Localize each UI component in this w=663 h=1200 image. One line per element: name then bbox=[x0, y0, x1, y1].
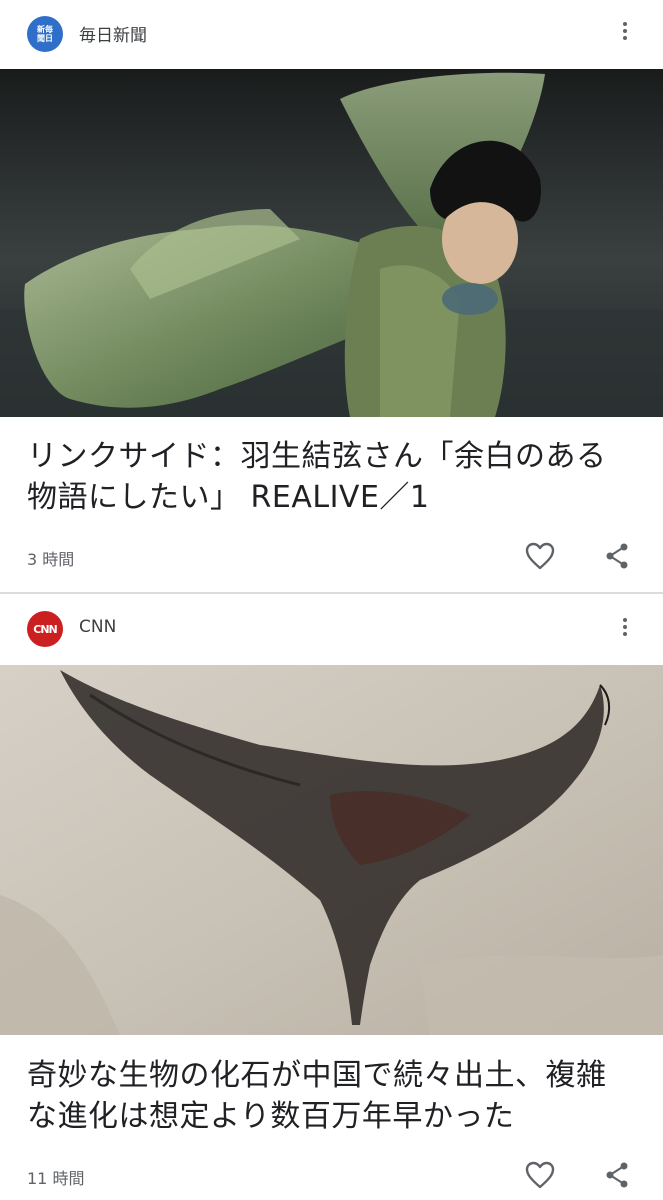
headline[interactable]: 奇妙な生物の化石が中国で続々出土、複雑な進化は想定より数百万年早かった bbox=[27, 1055, 627, 1137]
share-icon[interactable] bbox=[604, 542, 630, 570]
timestamp: 11 時間 bbox=[27, 1169, 85, 1188]
article-card-cnn[interactable]: CNN CNN 奇妙な生物の化石が中国で続々出土、複雑な進化は想定より数百万年早… bbox=[0, 594, 663, 1200]
article-card-mainichi[interactable]: 新毎聞日 毎日新聞 リンクサイド：羽生結弦さん「余白のある物語にしたい」 REA… bbox=[0, 0, 663, 592]
more-options-icon[interactable] bbox=[621, 618, 629, 642]
source-name: 毎日新聞 bbox=[79, 26, 147, 46]
heart-outline-icon[interactable] bbox=[524, 541, 556, 571]
more-options-icon[interactable] bbox=[621, 22, 629, 46]
heart-outline-icon[interactable] bbox=[524, 1160, 556, 1190]
headline[interactable]: リンクサイド：羽生結弦さん「余白のある物語にしたい」 REALIVE／1 bbox=[27, 436, 627, 518]
source-logo-mainichi: 新毎聞日 bbox=[27, 16, 63, 52]
article-image-fossil[interactable] bbox=[0, 665, 663, 1035]
share-icon[interactable] bbox=[604, 1161, 630, 1189]
timestamp: 3 時間 bbox=[27, 550, 75, 569]
article-image-skater[interactable] bbox=[0, 69, 663, 417]
source-name: CNN bbox=[79, 617, 117, 637]
source-logo-cnn: CNN bbox=[27, 611, 63, 647]
